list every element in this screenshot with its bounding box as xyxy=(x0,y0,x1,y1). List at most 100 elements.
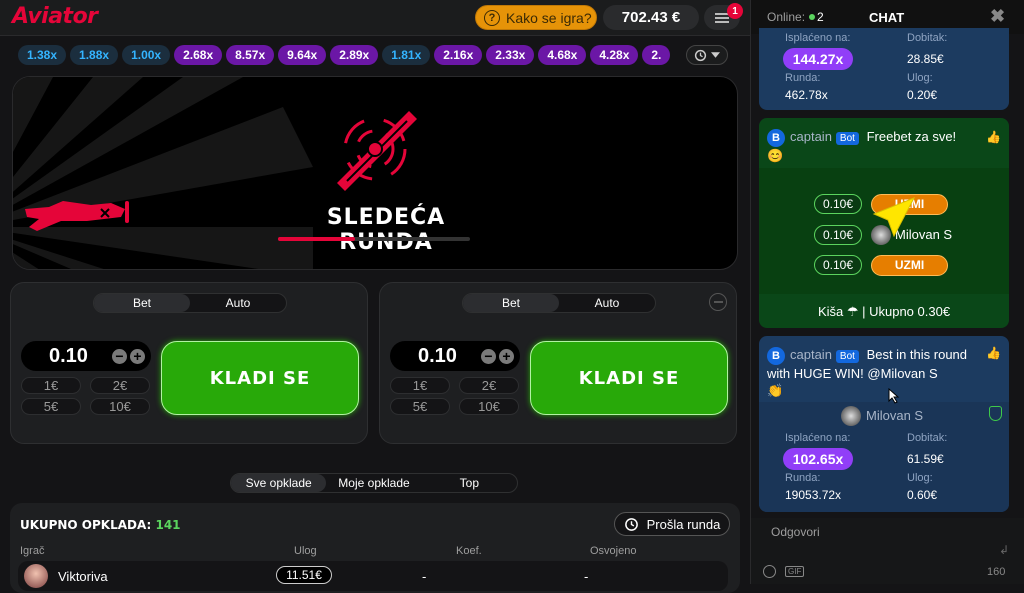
stake-value: 0.60€ xyxy=(907,488,938,502)
win-value: 61.59€ xyxy=(907,452,944,466)
tab-my-bets[interactable]: Moje opklade xyxy=(326,474,421,492)
bet-mode-toggle: Bet Auto xyxy=(93,293,287,313)
paid-multiplier: 144.27x xyxy=(783,48,853,70)
paid-multiplier: 102.65x xyxy=(783,448,853,470)
multiplier-pill[interactable]: 9.64x xyxy=(278,45,327,65)
next-round-label: SLEDEĆA RUNDA xyxy=(326,205,446,255)
bet-panel-1: Bet Auto 0.10 − + 1€ 2€ 5€ 10€ KLADI SE xyxy=(10,282,368,444)
offer-amount: 0.10€ xyxy=(814,225,862,245)
chevron-down-icon xyxy=(711,52,720,58)
char-counter: 160 xyxy=(987,566,1006,578)
tab-bet[interactable]: Bet xyxy=(94,294,190,312)
quick-amount-button[interactable]: 5€ xyxy=(390,398,450,415)
chat-title: CHAT xyxy=(869,10,905,25)
quick-amount-button[interactable]: 1€ xyxy=(390,377,450,394)
balance-display: 702.43 € xyxy=(603,5,699,30)
propeller-icon xyxy=(337,111,417,191)
message-username: captain xyxy=(790,129,832,144)
like-icon[interactable]: 👍 xyxy=(986,130,1001,144)
stake-label: Ulog: xyxy=(907,472,933,484)
quick-amount-button[interactable]: 2€ xyxy=(90,377,150,394)
tab-auto[interactable]: Auto xyxy=(190,294,286,312)
table-row: Viktoriva 11.51€ - - xyxy=(18,561,728,591)
message-text: Freebet za sve! xyxy=(866,129,957,144)
multiplier-pill[interactable]: 4.28x xyxy=(590,45,639,65)
tab-all-bets[interactable]: Sve opklade xyxy=(231,474,327,492)
quick-amount-button[interactable]: 5€ xyxy=(21,398,81,415)
winner-name: Milovan S xyxy=(866,408,924,423)
question-icon: ? xyxy=(484,9,500,26)
total-bets: UKUPNO OPKLADA: 141 xyxy=(20,518,181,532)
multiplier-pill[interactable]: 1.81x xyxy=(382,45,431,65)
aviator-logo: Aviator xyxy=(12,4,98,29)
smile-emoji: 😊 xyxy=(767,147,784,163)
quick-amount-button[interactable]: 10€ xyxy=(90,398,150,415)
how-to-play-label: Kako se igra? xyxy=(506,9,592,26)
multiplier-pill[interactable]: 1.88x xyxy=(70,45,119,65)
round-value: 19053.72x xyxy=(785,488,842,502)
remove-panel-button[interactable] xyxy=(709,293,727,311)
bot-avatar-icon: B xyxy=(767,128,785,147)
bets-tabs: Sve opklade Moje opklade Top xyxy=(230,473,518,493)
reply-box[interactable]: Odgovori ↲ GIF 160 xyxy=(751,518,1024,584)
rain-summary: Kiša ☂ | Ukupno 0.30€ xyxy=(817,304,951,319)
multiplier-pill[interactable]: 2.16x xyxy=(434,45,483,65)
stake-label: Ulog: xyxy=(907,72,933,84)
gif-button[interactable]: GIF xyxy=(785,566,805,577)
multiplier-pill[interactable]: 4.68x xyxy=(538,45,587,65)
stake-value: 0.20€ xyxy=(907,88,938,102)
bot-badge: Bot xyxy=(835,132,859,145)
next-round-progress xyxy=(278,237,470,241)
total-bets-label: UKUPNO OPKLADA: xyxy=(20,518,152,532)
previous-round-button[interactable]: Prošla runda xyxy=(614,512,730,536)
message-username: captain xyxy=(790,347,832,362)
tab-bet[interactable]: Bet xyxy=(463,294,559,312)
quick-amount-button[interactable]: 10€ xyxy=(459,398,519,415)
multiplier-pill[interactable]: 1.00x xyxy=(122,45,171,65)
plus-icon[interactable]: + xyxy=(130,349,145,364)
multiplier-pill[interactable]: 2.33x xyxy=(486,45,535,65)
place-bet-button[interactable]: KLADI SE xyxy=(530,341,728,415)
win-label: Dobitak: xyxy=(907,32,948,44)
close-icon[interactable]: ✖ xyxy=(990,6,1005,27)
quick-amount-button[interactable]: 2€ xyxy=(459,377,519,394)
emoji-icon[interactable] xyxy=(763,565,776,578)
plus-icon[interactable]: + xyxy=(499,349,514,364)
stake-value: 11.51€ xyxy=(276,566,332,584)
avatar xyxy=(841,406,861,426)
avatar xyxy=(24,564,48,588)
multiplier-pill[interactable]: 8.57x xyxy=(226,45,275,65)
history-dropdown-button[interactable] xyxy=(686,45,728,65)
column-header-player: Igrač xyxy=(20,545,45,557)
take-button[interactable]: UZMI xyxy=(871,255,948,276)
round-label: Runda: xyxy=(785,472,821,484)
round-label: Runda: xyxy=(785,72,821,84)
multiplier-pill[interactable]: 2.68x xyxy=(174,45,223,65)
tab-top[interactable]: Top xyxy=(422,474,517,492)
winner-box: Milovan S Isplaćeno na: 102.65x Dobitak:… xyxy=(759,402,1009,512)
place-bet-button[interactable]: KLADI SE xyxy=(161,341,359,415)
cursor-arrow-icon xyxy=(872,197,916,238)
quick-amount-button[interactable]: 1€ xyxy=(21,377,81,394)
reply-input[interactable]: Odgovori xyxy=(771,525,820,539)
player-name: Viktoriva xyxy=(58,569,108,584)
bot-badge: Bot xyxy=(835,350,859,363)
total-bets-count: 141 xyxy=(155,518,181,532)
send-icon[interactable]: ↲ xyxy=(999,543,1009,557)
multiplier-pill[interactable]: 1.38x xyxy=(18,45,67,65)
minus-icon[interactable]: − xyxy=(112,349,127,364)
multiplier-pill[interactable]: 2. xyxy=(642,45,671,65)
previous-round-label: Prošla runda xyxy=(646,516,721,532)
shield-icon[interactable] xyxy=(989,406,1002,421)
multiplier-history: 1.38x 1.88x 1.00x 2.68x 8.57x 9.64x 2.89x 1.81x… xyxy=(18,45,678,65)
win-value: 28.85€ xyxy=(907,52,944,66)
top-bar: Aviator ? Kako se igra? 702.43 € 1 xyxy=(0,0,750,36)
multiplier-pill[interactable]: 2.89x xyxy=(330,45,379,65)
tab-auto[interactable]: Auto xyxy=(559,294,655,312)
progress-fill xyxy=(278,237,355,241)
column-header-coef: Koef. xyxy=(456,545,482,557)
minus-icon[interactable]: − xyxy=(481,349,496,364)
history-icon xyxy=(694,49,707,61)
how-to-play-button[interactable]: ? Kako se igra? xyxy=(475,5,597,30)
like-icon[interactable]: 👍 xyxy=(986,346,1001,360)
